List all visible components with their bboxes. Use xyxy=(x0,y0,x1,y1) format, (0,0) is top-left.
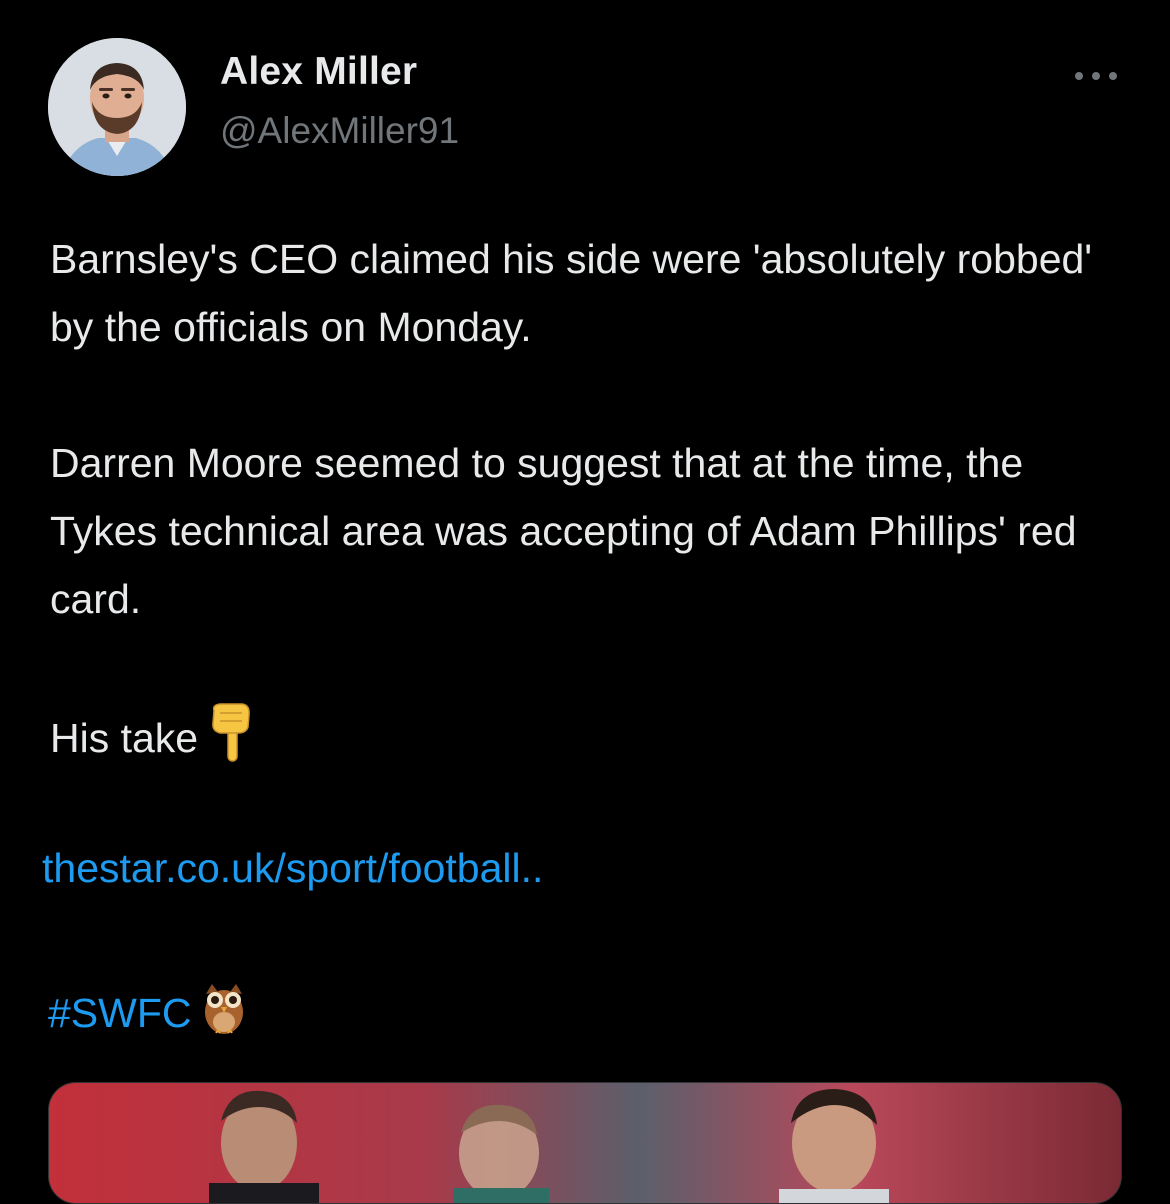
owl-emoji-icon xyxy=(200,980,248,1046)
tweet-take-line: His take xyxy=(50,703,252,773)
hashtag-link[interactable]: #SWFC xyxy=(48,990,192,1037)
more-horizontal-icon xyxy=(1075,72,1117,80)
author-display-name[interactable]: Alex Miller xyxy=(220,50,417,94)
author-avatar[interactable] xyxy=(48,38,186,176)
top-edge xyxy=(0,0,1170,14)
profile-photo-icon xyxy=(48,38,186,176)
article-link-line: thestar.co.uk/sport/football.. xyxy=(42,845,543,892)
tweet-paragraph: Barnsley's CEO claimed his side were 'ab… xyxy=(50,236,1093,350)
author-handle[interactable]: @AlexMiller91 xyxy=(220,110,459,152)
tweet-body: Barnsley's CEO claimed his side were 'ab… xyxy=(50,225,1140,633)
tweet-paragraph: Darren Moore seemed to suggest that at t… xyxy=(50,440,1077,622)
pointing-down-emoji-icon xyxy=(208,703,252,773)
hashtag-line: #SWFC xyxy=(48,980,248,1046)
more-options-button[interactable] xyxy=(1066,58,1126,94)
article-link[interactable]: thestar.co.uk/sport/football.. xyxy=(42,845,543,891)
football-players-photo-icon xyxy=(49,1083,1121,1203)
take-text: His take xyxy=(50,714,199,761)
tweet-media-card[interactable] xyxy=(48,1082,1122,1204)
